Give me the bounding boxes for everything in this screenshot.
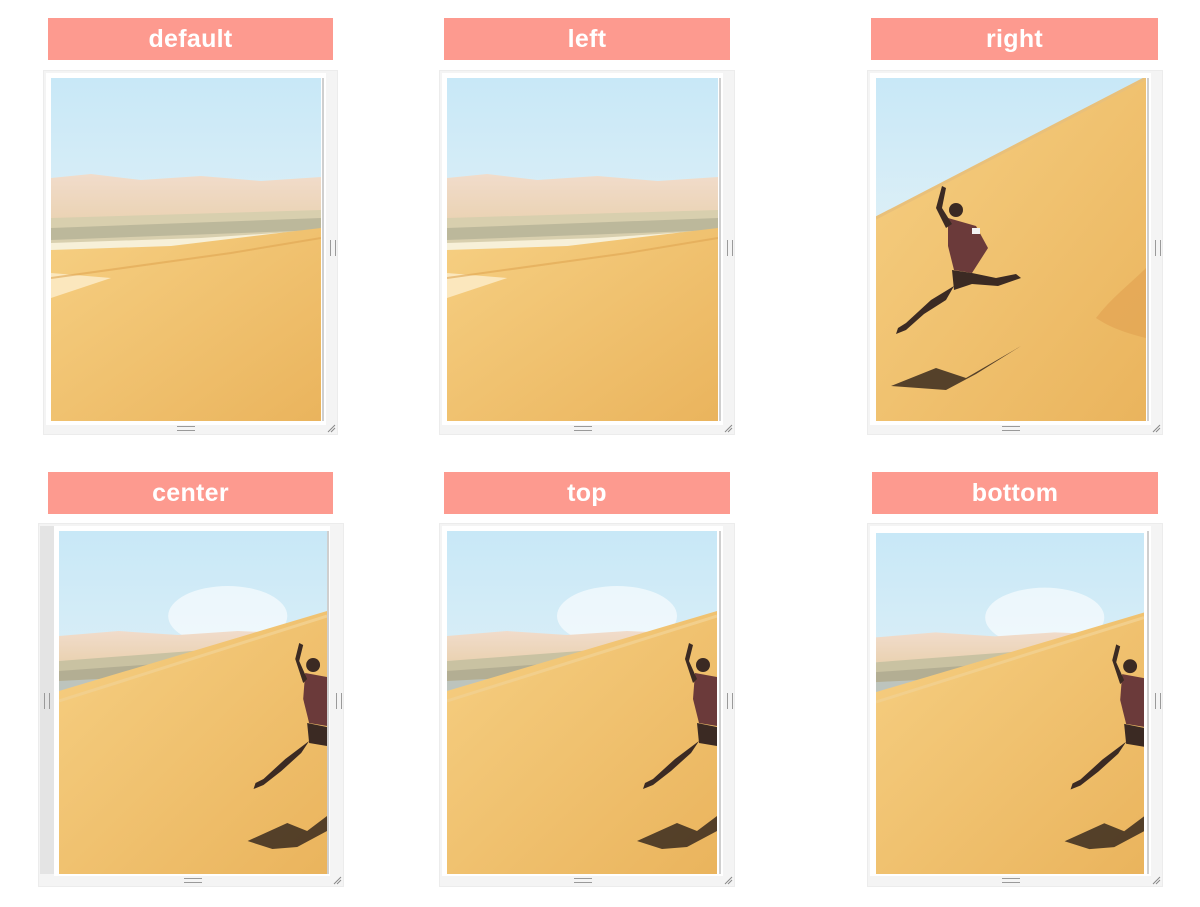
resizable-frame[interactable]: [38, 523, 344, 887]
resize-corner-grip-icon[interactable]: [326, 423, 336, 433]
cover-image: [59, 531, 327, 874]
resizable-frame[interactable]: [439, 523, 735, 887]
panel-label: top: [444, 472, 730, 514]
resize-handle-horizontal-icon[interactable]: [1002, 878, 1020, 883]
resize-handle-vertical-icon[interactable]: [336, 693, 342, 709]
resizable-frame[interactable]: [867, 523, 1163, 887]
resize-handle-horizontal-icon[interactable]: [184, 878, 202, 883]
resize-corner-grip-icon[interactable]: [723, 423, 733, 433]
resize-handle-horizontal-icon[interactable]: [177, 426, 195, 431]
resizable-frame[interactable]: [439, 70, 735, 435]
panel-label: default: [48, 18, 333, 60]
resize-handle-horizontal-icon[interactable]: [574, 878, 592, 883]
resize-corner-grip-icon[interactable]: [1151, 875, 1161, 885]
cover-image: [447, 78, 718, 421]
resize-corner-grip-icon[interactable]: [332, 875, 342, 885]
resize-handle-vertical-icon[interactable]: [1155, 240, 1161, 256]
panel-label: bottom: [872, 472, 1158, 514]
resize-handle-vertical-icon[interactable]: [727, 693, 733, 709]
resize-handle-vertical-icon[interactable]: [44, 693, 50, 709]
resize-corner-grip-icon[interactable]: [1151, 423, 1161, 433]
resize-handle-vertical-icon[interactable]: [1155, 693, 1161, 709]
cover-image: [447, 531, 717, 874]
resizable-frame[interactable]: [43, 70, 338, 435]
resizable-frame[interactable]: [867, 70, 1163, 435]
panel-label: center: [48, 472, 333, 514]
resize-corner-grip-icon[interactable]: [723, 875, 733, 885]
cover-image: [876, 78, 1146, 421]
resize-handle-horizontal-icon[interactable]: [1002, 426, 1020, 431]
cover-image: [51, 78, 321, 421]
resize-handle-vertical-icon[interactable]: [330, 240, 336, 256]
resize-handle-horizontal-icon[interactable]: [574, 426, 592, 431]
cover-image: [876, 533, 1144, 874]
resize-handle-vertical-icon[interactable]: [727, 240, 733, 256]
panel-label: left: [444, 18, 730, 60]
panel-label: right: [871, 18, 1158, 60]
